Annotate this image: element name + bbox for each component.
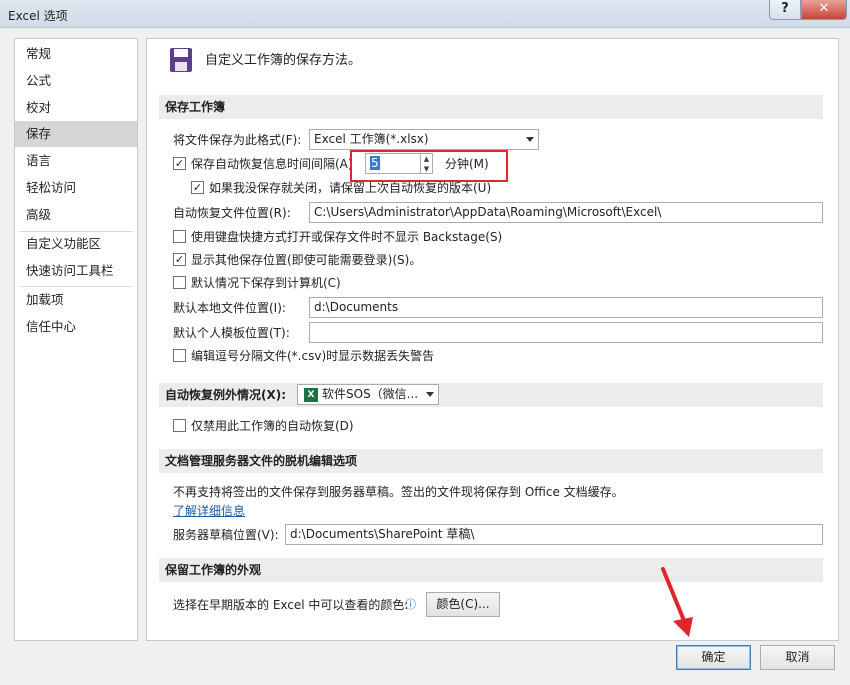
server-drafts-input[interactable]: d:\Documents\SharePoint 草稿\ [285,524,823,545]
server-drafts-label: 服务器草稿位置(V): [173,528,279,542]
arrow-annotation-icon [661,567,693,637]
exceptions-workbook-value: 软件SOS（微信... [322,387,419,401]
autorecover-location-label: 自动恢复文件位置(R): [173,206,291,220]
section-workbook-appearance: 保留工作簿的外观 [159,558,823,582]
title-bar: Excel 选项 [0,0,850,28]
save-format-value: Excel 工作簿(*.xlsx) [314,132,429,146]
exceptions-title: 自动恢复例外情况(X): [165,388,287,402]
autorecover-checkbox[interactable]: ✓ [173,157,186,170]
chevron-down-icon [426,392,434,397]
autorecover-location-input[interactable]: C:\Users\Administrator\AppData\Roaming\M… [309,202,823,223]
save-format-label: 将文件保存为此格式(F): [173,133,302,147]
section-save-workbooks: 保存工作簿 [159,95,823,119]
excel-icon: X [304,388,318,402]
nav-item-formulas[interactable]: 公式 [15,68,137,94]
save-to-computer-checkbox[interactable] [173,276,186,289]
nav-item-save[interactable]: 保存 [15,121,137,147]
disable-autorecover-label: 仅禁用此工作簿的自动恢复(D) [191,419,354,433]
chevron-down-icon [526,137,534,142]
nav-item-quick-access-toolbar[interactable]: 快速访问工具栏 [15,258,137,284]
save-to-computer-label: 默认情况下保存到计算机(C) [191,276,341,290]
other-locations-label: 显示其他保存位置(即使可能需要登录)(S)。 [191,253,422,267]
other-locations-checkbox[interactable]: ✓ [173,253,186,266]
exceptions-workbook-dropdown[interactable]: X 软件SOS（微信... [297,384,439,405]
nav-item-customize-ribbon[interactable]: 自定义功能区 [15,231,137,257]
nav-item-addins[interactable]: 加载项 [15,287,137,313]
learn-more-link[interactable]: 了解详细信息 [173,503,245,519]
info-icon: ⓘ [405,598,416,611]
options-panel: 自定义工作簿的保存方法。 保存工作簿 将文件保存为此格式(F): Excel 工… [146,38,839,641]
template-location-label: 默认个人模板位置(T): [173,326,290,340]
nav-item-trust-center[interactable]: 信任中心 [15,314,137,340]
local-location-input[interactable]: d:\Documents [309,297,823,318]
keep-last-version-label: 如果我没保存就关闭，请保留上次自动恢复的版本(U) [209,181,492,195]
section-offline-editing: 文档管理服务器文件的脱机编辑选项 [159,449,823,473]
csv-warning-checkbox[interactable] [173,349,186,362]
nav-item-language[interactable]: 语言 [15,148,137,174]
highlight-box [350,150,508,182]
disable-autorecover-checkbox[interactable] [173,419,186,432]
nav-item-general[interactable]: 常规 [15,41,137,67]
csv-warning-label: 编辑逗号分隔文件(*.csv)时显示数据丢失警告 [191,349,435,363]
cancel-button[interactable]: 取消 [760,645,835,670]
colors-label: 选择在早期版本的 Excel 中可以查看的颜色: [173,598,409,612]
nav-item-proofing[interactable]: 校对 [15,95,137,121]
nav-item-advanced[interactable]: 高级 [15,202,137,228]
keep-last-version-checkbox[interactable]: ✓ [191,181,204,194]
offline-notice: 不再支持将签出的文件保存到服务器草稿。签出的文件现将保存到 Office 文档缓… [173,485,624,499]
ok-button[interactable]: 确定 [676,645,751,670]
autorecover-label: 保存自动恢复信息时间间隔(A) [191,157,353,171]
backstage-checkbox[interactable] [173,230,186,243]
close-button[interactable]: ✕ [801,0,847,20]
page-heading: 自定义工作簿的保存方法。 [205,53,362,68]
window-title: Excel 选项 [8,9,68,23]
backstage-label: 使用键盘快捷方式打开或保存文件时不显示 Backstage(S) [191,230,503,244]
section-autorecover-exceptions: 自动恢复例外情况(X): [159,383,823,407]
help-button[interactable]: ? [769,0,801,20]
options-nav: 常规 公式 校对 保存 语言 轻松访问 高级 自定义功能区 快速访问工具栏 加载… [14,38,138,641]
floppy-disk-icon [170,48,192,72]
template-location-input[interactable] [309,322,823,343]
nav-item-accessibility[interactable]: 轻松访问 [15,175,137,201]
local-location-label: 默认本地文件位置(I): [173,301,286,315]
colors-button[interactable]: 颜色(C)... [426,592,500,617]
save-format-dropdown[interactable]: Excel 工作簿(*.xlsx) [309,129,539,150]
